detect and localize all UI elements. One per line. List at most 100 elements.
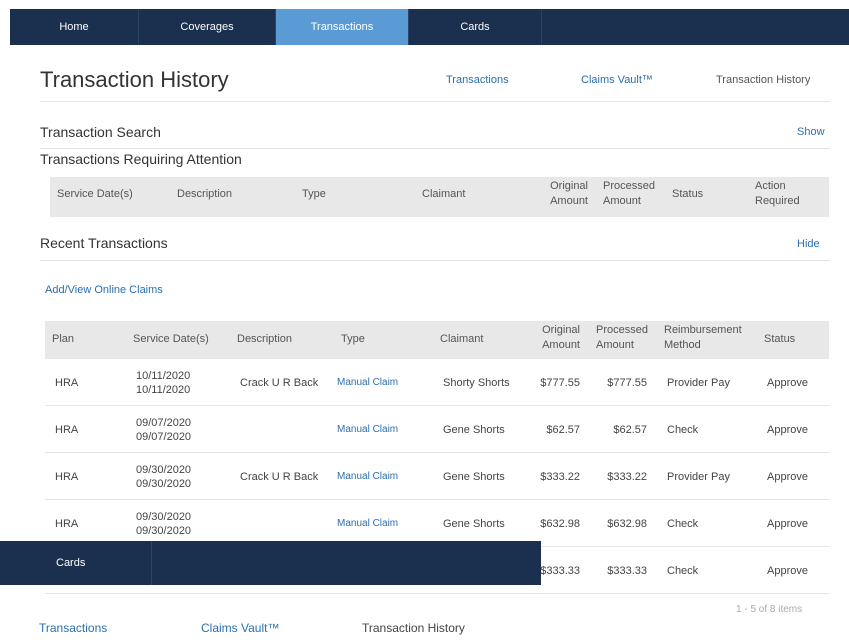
hide-recent-toggle[interactable]: Hide	[797, 238, 820, 250]
manual-claim-link[interactable]: Manual Claim	[337, 453, 398, 500]
service-date-to: 09/07/2020	[136, 430, 192, 443]
cell-original-amount: $632.98	[540, 517, 580, 530]
cell-reimbursement-method: Provider Pay	[667, 470, 730, 483]
manual-claim-link[interactable]: Manual Claim	[337, 406, 398, 453]
cell-processed-amount: $333.33	[607, 564, 647, 577]
cell-plan: HRA	[55, 517, 79, 530]
cell-original-amount: $333.22	[540, 470, 580, 483]
col-processed-amount: Processed Amount	[603, 179, 655, 209]
cell-status: Approve	[767, 376, 808, 389]
service-date-from: 10/11/2020	[136, 369, 191, 382]
recent-table-header: Plan Service Date(s) Description Type Cl…	[45, 321, 829, 359]
cell-claimant: Gene Shorts	[443, 470, 505, 483]
col-claimant: Claimant	[422, 188, 466, 200]
cell-processed-amount: $777.55	[607, 376, 647, 389]
manual-claim-link[interactable]: Manual Claim	[337, 359, 398, 406]
col-action-line2: Required	[755, 195, 800, 207]
divider	[40, 148, 830, 149]
cell-reimbursement-method: Check	[667, 423, 699, 436]
col-processed-line2: Amount	[603, 195, 641, 207]
attention-table-header: Service Date(s) Description Type Claiman…	[50, 177, 829, 217]
cell-description: Crack U R Back	[240, 470, 319, 483]
col-method-line2: Method	[664, 339, 701, 351]
show-search-toggle[interactable]: Show	[797, 126, 825, 138]
top-nav: Home Coverages Transactions Cards	[10, 9, 849, 45]
col-service-dates: Service Date(s)	[57, 188, 133, 200]
col-service-dates: Service Date(s)	[133, 333, 209, 345]
cell-processed-amount: $632.98	[607, 517, 647, 530]
cell-claimant: Shorty Shorts	[443, 376, 510, 389]
cell-original-amount: $62.57	[546, 423, 580, 436]
manual-claim-link[interactable]: Manual Claim	[337, 500, 398, 547]
table-row[interactable]: HRA 09/07/2020 09/07/2020 Manual Claim G…	[45, 406, 829, 453]
cell-original-amount: $777.55	[540, 376, 580, 389]
col-claimant: Claimant	[440, 333, 484, 345]
header-link-claims-vault[interactable]: Claims Vault™	[581, 74, 653, 86]
col-type: Type	[302, 188, 326, 200]
cell-description: Crack U R Back	[240, 376, 319, 389]
col-original-line2: Amount	[542, 339, 580, 351]
table-row[interactable]: HRA 10/11/2020 10/11/2020 Crack U R Back…	[45, 359, 829, 406]
nav-tab-home[interactable]: Home	[10, 9, 139, 45]
cell-processed-amount: $333.22	[607, 470, 647, 483]
col-original-amount: Original Amount	[544, 179, 588, 209]
cell-reimbursement-method: Provider Pay	[667, 376, 730, 389]
table-row[interactable]: HRA 09/30/2020 09/30/2020 Crack U R Back…	[45, 453, 829, 500]
col-processed-line1: Processed	[603, 180, 655, 192]
cell-status: Approve	[767, 564, 808, 577]
transaction-search-title: Transaction Search	[40, 124, 161, 140]
cell-plan: HRA	[55, 376, 79, 389]
col-status: Status	[672, 188, 704, 200]
col-plan: Plan	[52, 333, 75, 345]
cell-plan: HRA	[55, 423, 79, 436]
table-row[interactable]: HRA 09/30/2020 09/30/2020 Manual Claim G…	[45, 500, 829, 547]
col-original-line1: Original	[542, 324, 580, 336]
col-type: Type	[341, 333, 365, 345]
col-method-line1: Reimbursement	[664, 324, 742, 336]
cell-status: Approve	[767, 470, 808, 483]
divider	[40, 260, 830, 261]
cell-service-dates: 10/11/2020 10/11/2020	[136, 359, 190, 406]
col-processed-amount: Processed Amount	[596, 323, 648, 353]
col-original-amount: Original Amount	[535, 323, 580, 353]
col-action-required: Action Required	[755, 179, 800, 209]
add-view-online-claims-link[interactable]: Add/View Online Claims	[45, 284, 163, 296]
service-date-to: 09/30/2020	[136, 477, 192, 490]
cell-service-dates: 09/30/2020 09/30/2020	[136, 500, 191, 547]
service-date-from: 09/07/2020	[136, 416, 192, 429]
nav-tab-cards[interactable]: Cards	[0, 541, 152, 585]
cell-reimbursement-method: Check	[667, 517, 699, 530]
divider	[40, 101, 830, 102]
col-original-line2: Amount	[550, 195, 588, 207]
service-date-to: 10/11/2020	[136, 383, 191, 396]
col-processed-line1: Processed	[596, 324, 648, 336]
col-original-line1: Original	[550, 180, 588, 192]
cell-claimant: Gene Shorts	[443, 517, 505, 530]
nav-tab-coverages[interactable]: Coverages	[139, 9, 276, 45]
footer-link-transactions[interactable]: Transactions	[39, 621, 107, 635]
cell-plan: HRA	[55, 470, 79, 483]
cell-claimant: Gene Shorts	[443, 423, 505, 436]
col-reimbursement-method: Reimbursement Method	[664, 323, 742, 353]
cell-reimbursement-method: Check	[667, 564, 699, 577]
floating-nav-bar: Cards	[0, 541, 541, 585]
service-date-to: 09/30/2020	[136, 524, 192, 537]
col-processed-line2: Amount	[596, 339, 634, 351]
col-description: Description	[177, 188, 233, 200]
attention-title: Transactions Requiring Attention	[40, 151, 242, 167]
header-current-page: Transaction History	[716, 74, 811, 86]
cell-service-dates: 09/30/2020 09/30/2020	[136, 453, 191, 500]
header-link-transactions[interactable]: Transactions	[446, 74, 509, 86]
service-date-from: 09/30/2020	[136, 463, 192, 476]
nav-tab-cards[interactable]: Cards	[409, 9, 542, 45]
cell-status: Approve	[767, 423, 808, 436]
cell-service-dates: 09/07/2020 09/07/2020	[136, 406, 191, 453]
col-description: Description	[237, 333, 293, 345]
nav-tab-transactions[interactable]: Transactions	[276, 9, 409, 45]
recent-transactions-title: Recent Transactions	[40, 235, 168, 251]
page: Home Coverages Transactions Cards Transa…	[0, 0, 849, 640]
cell-status: Approve	[767, 517, 808, 530]
footer-link-claims-vault[interactable]: Claims Vault™	[201, 621, 279, 635]
col-action-line1: Action	[755, 180, 786, 192]
footer-current-page: Transaction History	[362, 621, 465, 635]
